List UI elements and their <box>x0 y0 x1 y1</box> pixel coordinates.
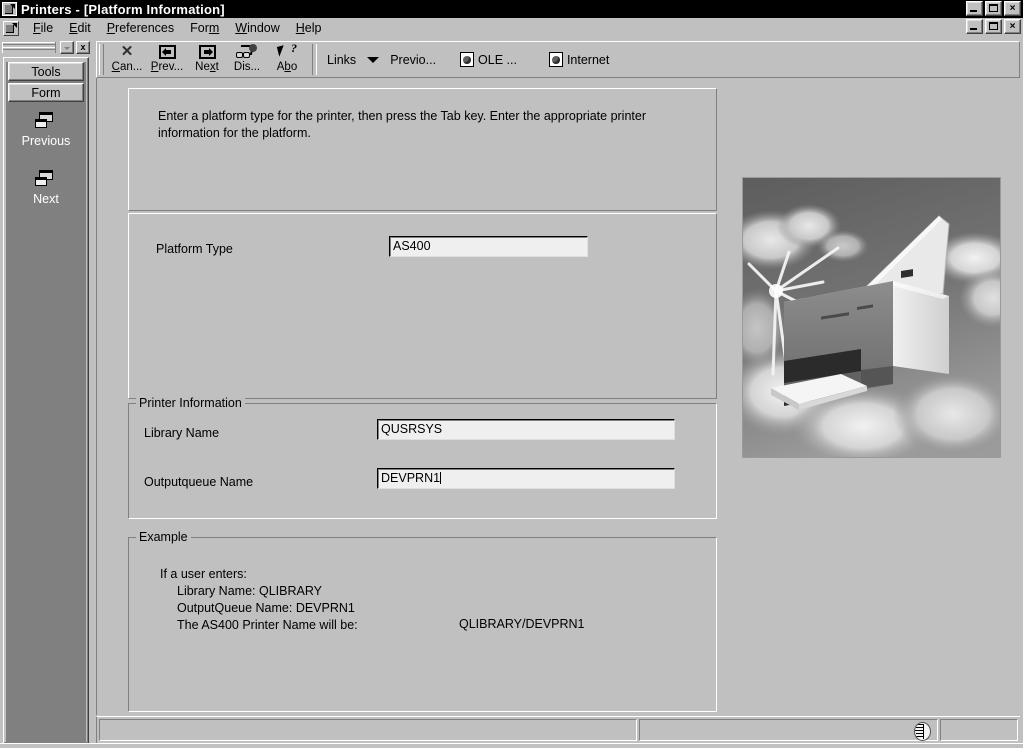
toolbar-shortcut-ole-label: OLE ... <box>478 52 517 67</box>
menu-window[interactable]: Window <box>227 19 287 37</box>
dock-inner-panel: Tools Form Previous Next <box>6 62 86 743</box>
toolbar-about-button[interactable]: ? Abo <box>267 42 307 76</box>
chevron-down-icon <box>367 56 380 63</box>
close-button[interactable]: × <box>1004 1 1021 16</box>
dock-tab-form-label: Form <box>31 85 61 100</box>
toolbar-drag-grip[interactable] <box>99 44 104 75</box>
menu-form[interactable]: Form <box>182 19 227 37</box>
platform-type-label: Platform Type <box>156 242 233 256</box>
arrow-question-icon: ? <box>276 42 298 60</box>
platform-type-panel: Platform Type AS400 <box>128 213 717 399</box>
mdi-close-button[interactable]: × <box>1004 19 1021 34</box>
dock-item-next-label: Next <box>33 192 59 206</box>
menu-preferences[interactable]: Preferences <box>99 19 182 37</box>
status-pane-2 <box>639 719 938 741</box>
window-controls: × <box>966 1 1021 16</box>
arrow-left-box-icon <box>156 43 178 60</box>
toolbar-shortcut-ole[interactable]: OLE ... <box>455 43 522 76</box>
instructions-text: Enter a platform type for the printer, t… <box>158 109 647 140</box>
dock-close-icon[interactable]: x <box>76 41 90 54</box>
toolbar-shortcut-internet-label: Internet <box>566 52 610 67</box>
toolbar-about-label: Abo <box>276 61 298 73</box>
dock-item-next[interactable]: Next <box>6 170 86 206</box>
laser-printer-illustration <box>742 177 1001 458</box>
globe-icon <box>914 722 931 741</box>
window-titlebar: Printers - [Platform Information] × <box>0 0 1023 18</box>
mdi-minimize-button[interactable] <box>966 19 983 34</box>
toolbar-shortcut-internet[interactable]: Internet <box>544 43 614 76</box>
menu-edit[interactable]: Edit <box>61 19 99 37</box>
example-text: If a user enters: Library Name: QLIBRARY… <box>160 566 358 634</box>
outputqueue-name-label: Outputqueue Name <box>144 475 254 489</box>
links-text: Links <box>327 52 357 67</box>
window-bottom-edge <box>0 743 1023 748</box>
toolbar-previous-label: Prev... <box>150 61 184 73</box>
mdi-child-controls: × <box>966 19 1021 34</box>
platform-type-value: AS400 <box>393 239 431 253</box>
library-name-input[interactable]: QUSRSYS <box>377 419 675 440</box>
library-name-label: Library Name <box>144 426 220 440</box>
toolbar-display-label: Dis... <box>233 61 261 73</box>
example-line-2: Library Name: QLIBRARY <box>177 584 322 598</box>
cascade-windows-icon <box>34 170 58 189</box>
window-title: Printers - [Platform Information] <box>21 1 225 17</box>
ole-document-icon <box>460 52 475 67</box>
minimize-button[interactable] <box>966 1 983 16</box>
form-canvas: Enter a platform type for the printer, t… <box>96 78 1020 715</box>
menu-file[interactable]: File <box>25 19 61 37</box>
cascade-windows-icon <box>34 112 58 131</box>
toolbar-cancel-button[interactable]: ✕ Can... <box>107 43 147 76</box>
example-line-3: OutputQueue Name: DEVPRN1 <box>177 601 355 615</box>
dock-tab-tools[interactable]: Tools <box>8 62 84 81</box>
status-pane-1 <box>99 719 637 741</box>
dock-body: Tools Form Previous Next <box>3 57 89 744</box>
glasses-icon <box>236 43 258 60</box>
toolbar-shortcut-previous-label: Previo... <box>390 52 437 67</box>
toolbar-previous-button[interactable]: Prev... <box>147 43 187 76</box>
close-x-icon: ✕ <box>120 43 134 60</box>
toolbar-next-button[interactable]: Next <box>187 43 227 76</box>
dock-tab-form[interactable]: Form <box>8 83 84 102</box>
printer-information-group: Printer Information Library Name QUSRSYS… <box>128 396 717 519</box>
outputqueue-name-input[interactable]: DEVPRN1 <box>377 468 675 489</box>
menu-help[interactable]: Help <box>288 19 330 37</box>
printer-illustration-svg <box>743 178 1000 457</box>
chevron-down-icon[interactable] <box>60 41 74 54</box>
application-window: Printers - [Platform Information] × File… <box>0 0 1023 748</box>
printers-app-icon <box>2 2 17 16</box>
menubar: File Edit Preferences Form Window Help × <box>0 18 1023 38</box>
toolbar-cancel-label: Can... <box>111 61 143 73</box>
toolbar-links-dropdown[interactable] <box>361 43 385 76</box>
dock-drag-grip[interactable] <box>2 42 56 53</box>
platform-type-input[interactable]: AS400 <box>389 236 588 257</box>
toolbar-display-button[interactable]: Dis... <box>227 43 267 76</box>
library-name-value: QUSRSYS <box>381 422 443 436</box>
text-caret <box>440 472 442 484</box>
toolbar-links-label: Links <box>322 43 361 76</box>
dock-tab-tools-label: Tools <box>31 64 61 79</box>
printer-information-legend: Printer Information <box>136 396 245 410</box>
dock-header: x <box>2 40 90 55</box>
tool-dock: x Tools Form Previous Next <box>0 38 92 748</box>
statusbar <box>96 716 1020 743</box>
status-pane-3 <box>940 719 1018 741</box>
toolbar-separator <box>312 44 317 75</box>
example-legend: Example <box>136 530 191 544</box>
dock-item-previous[interactable]: Previous <box>6 112 86 148</box>
arrow-right-box-icon <box>196 43 218 60</box>
toolbar: ✕ Can... Prev... Next Dis... ? Abo Links <box>96 41 1020 78</box>
example-result-value: QLIBRARY/DEVPRN1 <box>459 617 585 631</box>
maximize-button[interactable] <box>985 1 1002 16</box>
toolbar-shortcut-previous[interactable]: Previo... <box>385 43 441 76</box>
instructions-panel: Enter a platform type for the printer, t… <box>128 88 717 211</box>
example-line-4: The AS400 Printer Name will be: <box>177 618 358 632</box>
mdi-document-icon[interactable] <box>3 20 19 36</box>
dock-item-previous-label: Previous <box>21 134 71 148</box>
internet-document-icon <box>548 52 563 67</box>
outputqueue-name-value: DEVPRN1 <box>381 471 441 485</box>
example-group: Example If a user enters: Library Name: … <box>128 530 717 712</box>
example-line-1: If a user enters: <box>160 567 247 581</box>
mdi-restore-button[interactable] <box>985 19 1002 34</box>
toolbar-next-label: Next <box>195 61 219 73</box>
